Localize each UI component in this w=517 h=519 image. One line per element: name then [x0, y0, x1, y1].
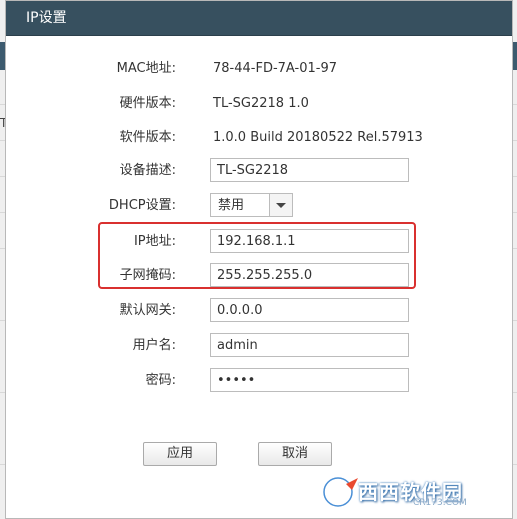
software-version-label: 软件版本: [119, 130, 176, 145]
ip-address-row: IP地址: 192.168.1.1 [6, 229, 512, 255]
dhcp-label: DHCP设置: [108, 198, 176, 213]
device-description-label: 设备描述: [119, 163, 176, 178]
hardware-version-row: 硬件版本: TL-SG2218 1.0 [6, 91, 512, 117]
mac-address-row: MAC地址: 78-44-FD-7A-01-97 [6, 56, 512, 82]
ip-address-input[interactable]: 192.168.1.1 [210, 229, 409, 253]
dhcp-row: DHCP设置: 禁用 [6, 193, 512, 219]
software-version-row: 软件版本: 1.0.0 Build 20180522 Rel.57913 [6, 125, 512, 151]
ip-settings-dialog: IP设置 MAC地址: 78-44-FD-7A-01-97 硬件版本: TL-S… [5, 0, 513, 519]
mac-address-label: MAC地址: [116, 61, 176, 76]
dialog-titlebar[interactable]: IP设置 [6, 1, 512, 36]
dhcp-selected-value: 禁用 [218, 198, 245, 213]
hardware-version-label: 硬件版本: [119, 96, 176, 111]
logo-icon [322, 476, 358, 508]
ip-address-label: IP地址: [133, 234, 176, 249]
username-label: 用户名: [132, 338, 176, 353]
password-row: 密码: ••••• [6, 368, 512, 394]
device-description-input[interactable]: TL-SG2218 [210, 158, 409, 182]
background-header-strip-right [513, 42, 517, 70]
watermark-subtext: CR173.COM [413, 498, 467, 508]
chevron-down-icon[interactable] [269, 194, 292, 216]
password-input[interactable]: ••••• [210, 368, 409, 392]
mac-address-value: 78-44-FD-7A-01-97 [213, 61, 337, 76]
software-version-value: 1.0.0 Build 20180522 Rel.57913 [213, 130, 423, 145]
default-gateway-input[interactable]: 0.0.0.0 [210, 298, 409, 322]
subnet-mask-label: 子网掩码: [119, 268, 176, 283]
screen: T IP设置 MAC地址: 78-44-FD-7A-01-97 硬件版本: TL… [0, 0, 517, 519]
username-input[interactable]: admin [210, 333, 409, 357]
dhcp-select[interactable]: 禁用 [210, 193, 293, 217]
device-description-row: 设备描述: TL-SG2218 [6, 158, 512, 184]
dialog-title: IP设置 [26, 10, 67, 26]
hardware-version-value: TL-SG2218 1.0 [213, 96, 309, 111]
watermark: 西西软件园 CR173.COM [318, 474, 498, 510]
username-row: 用户名: admin [6, 333, 512, 359]
default-gateway-label: 默认网关: [119, 303, 176, 318]
password-label: 密码: [145, 373, 176, 388]
cancel-button[interactable]: 取消 [258, 442, 332, 466]
subnet-mask-row: 子网掩码: 255.255.255.0 [6, 263, 512, 289]
subnet-mask-input[interactable]: 255.255.255.0 [210, 263, 409, 287]
apply-button[interactable]: 应用 [143, 442, 217, 466]
default-gateway-row: 默认网关: 0.0.0.0 [6, 298, 512, 324]
